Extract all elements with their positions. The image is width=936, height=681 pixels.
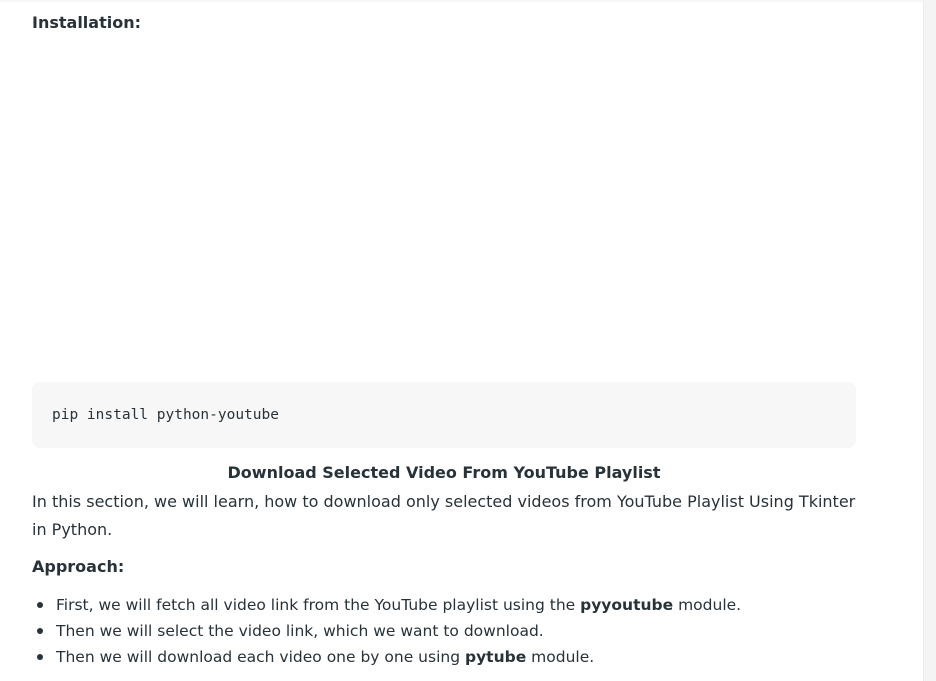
installation-heading: Installation: (32, 13, 141, 32)
approach-heading: Approach: (32, 557, 125, 576)
list-item-text: Then we will download each video one by … (56, 648, 465, 666)
ad-placeholder (32, 44, 856, 370)
list-item-text: module. (526, 648, 595, 666)
list-item-bold: pyyoutube (580, 596, 674, 614)
list-item: Then we will download each video one by … (37, 644, 896, 670)
code-command: pip install python-youtube (52, 407, 279, 423)
section-paragraph: In this section, we will learn, how to d… (32, 492, 856, 539)
bullet-icon (37, 654, 43, 660)
list-item-text: module. (673, 596, 742, 614)
list-item-text: First, we will fetch all video link from… (56, 596, 581, 614)
top-divider (0, 0, 924, 2)
list-item: Then we will select the video link, whic… (37, 618, 896, 644)
code-block[interactable]: pip install python-youtube (32, 382, 856, 448)
bullet-icon (37, 628, 43, 634)
approach-list: First, we will fetch all video link from… (32, 592, 896, 670)
bullet-icon (37, 602, 43, 608)
list-item: First, we will fetch all video link from… (37, 592, 896, 618)
list-item-bold: pytube (464, 648, 527, 666)
article-page: Installation: pip install python-youtube… (0, 0, 936, 681)
scrollbar-track[interactable] (923, 0, 936, 681)
list-item-text: Then we will select the video link, whic… (56, 622, 544, 640)
section-title: Download Selected Video From YouTube Pla… (227, 463, 661, 482)
